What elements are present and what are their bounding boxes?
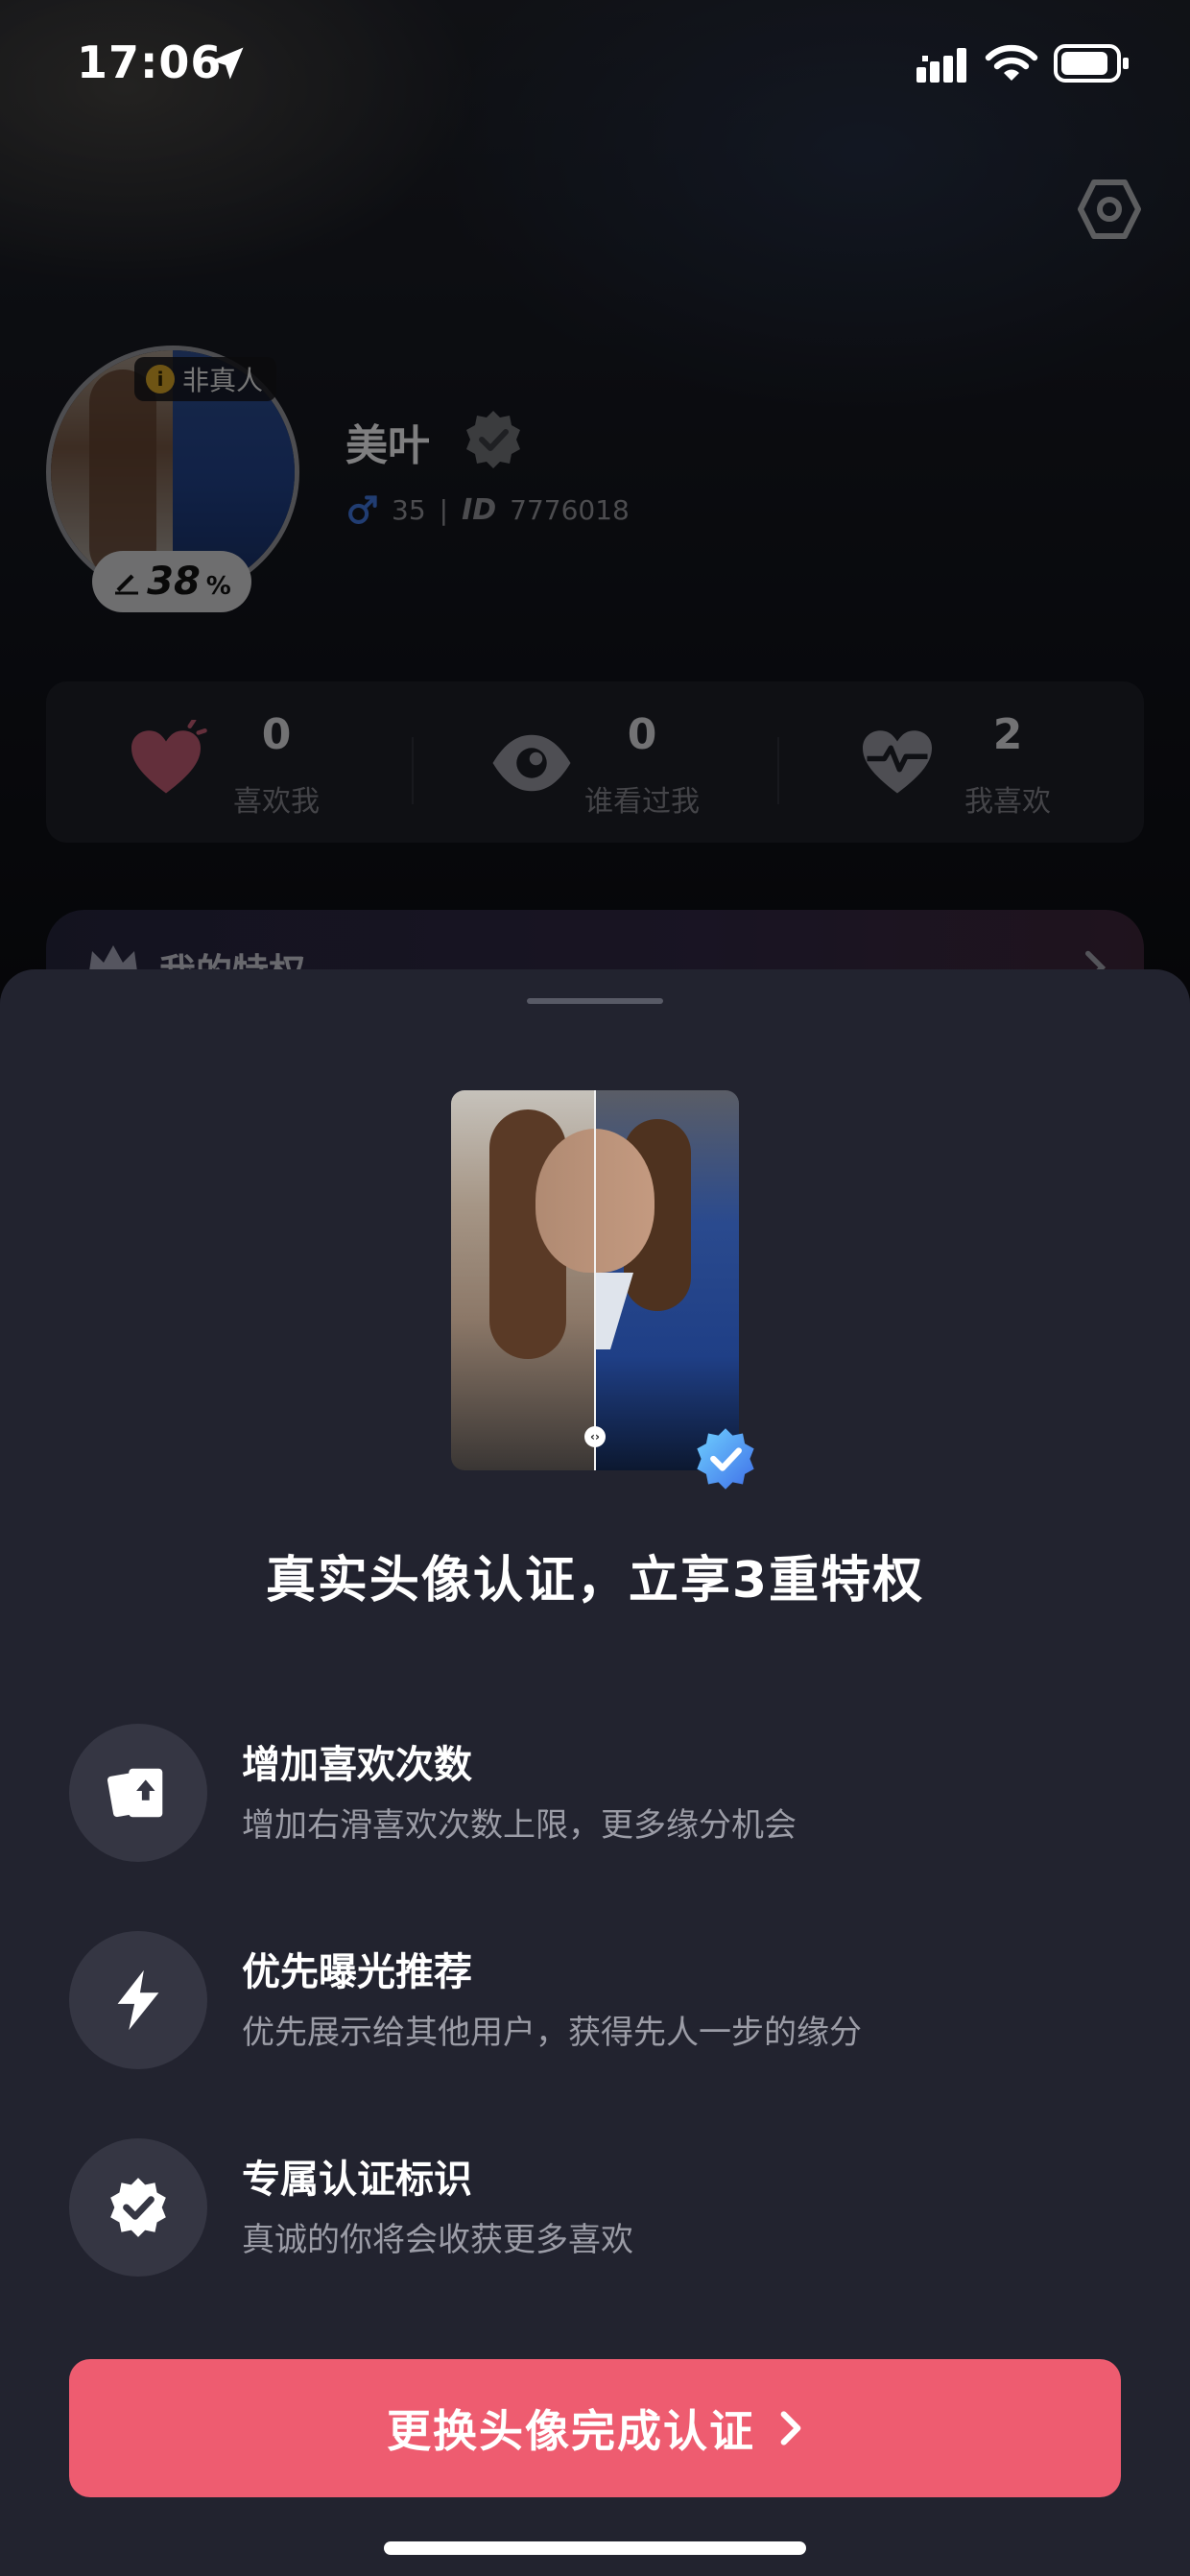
status-bar: 17:06 — [0, 0, 1190, 125]
sheet-grabber[interactable] — [527, 998, 663, 1004]
benefit-priority-exposure: 优先曝光推荐 优先展示给其他用户，获得先人一步的缘分 — [69, 1931, 1125, 2069]
comparison-divider-line — [594, 1090, 596, 1470]
benefit-icon-circle — [69, 1724, 207, 1862]
status-time: 17:06 — [77, 36, 223, 88]
modal-dim-overlay[interactable] — [0, 0, 1190, 998]
benefit-title: 优先曝光推荐 — [242, 1950, 472, 1994]
chevron-right-icon — [780, 2411, 801, 2445]
location-arrow-icon — [211, 47, 244, 80]
benefit-more-likes: 增加喜欢次数 增加右滑喜欢次数上限，更多缘分机会 — [69, 1724, 1125, 1862]
lightning-icon — [117, 1969, 159, 2031]
benefit-title: 增加喜欢次数 — [242, 1743, 472, 1787]
battery-icon — [1054, 44, 1129, 83]
benefit-description: 增加右滑喜欢次数上限，更多缘分机会 — [242, 1806, 797, 1845]
wifi-icon — [985, 44, 1038, 81]
home-indicator[interactable] — [384, 2541, 806, 2555]
cta-label: 更换头像完成认证 — [387, 2405, 755, 2457]
cellular-signal-icon — [916, 48, 966, 83]
benefit-icon-circle — [69, 1931, 207, 2069]
benefit-exclusive-badge: 专属认证标识 真诚的你将会收获更多喜欢 — [69, 2138, 1125, 2277]
avatar-verification-sheet: ‹› 真实头像认证，立享3重特权 增加喜欢次数 增加右滑喜欢次数上限，更多缘分机… — [0, 969, 1190, 2576]
benefit-icon-circle — [69, 2138, 207, 2277]
avatar-comparison-image: ‹› — [451, 1090, 739, 1470]
cards-icon — [107, 1768, 163, 1818]
benefit-description: 真诚的你将会收获更多喜欢 — [242, 2221, 633, 2259]
sheet-title: 真实头像认证，立享3重特权 — [265, 1552, 925, 1610]
benefit-title: 专属认证标识 — [242, 2158, 472, 2202]
benefit-description: 优先展示给其他用户，获得先人一步的缘分 — [242, 2014, 862, 2052]
comparison-slider-handle: ‹› — [584, 1426, 606, 1447]
verified-badge-icon — [110, 2178, 166, 2237]
verified-blue-icon — [697, 1428, 754, 1490]
change-avatar-verify-button[interactable]: 更换头像完成认证 — [69, 2359, 1121, 2497]
